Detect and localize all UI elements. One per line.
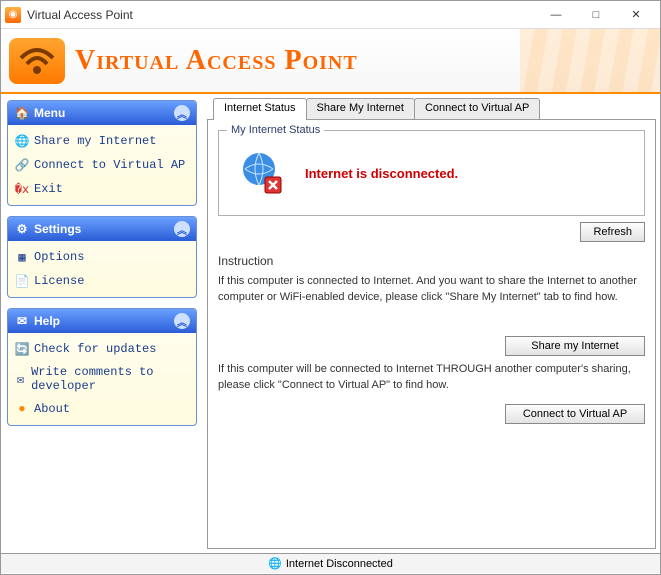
wifi-icon [17, 46, 57, 76]
tab-content: My Internet Status Internet is disconnec… [207, 119, 656, 549]
menu-item-label: Exit [34, 182, 63, 196]
close-button[interactable]: ✕ [616, 2, 656, 28]
globe-small-icon: 🌐 [268, 557, 282, 570]
window-title: Virtual Access Point [27, 8, 536, 22]
instruction-text-2: If this computer will be connected to In… [218, 362, 645, 394]
sidebar: 🏠 Menu ︽ 🌐 Share my Internet 🔗 Connect t… [1, 94, 203, 553]
globe-icon: 🌐 [14, 133, 30, 149]
instruction-text-1: If this computer is connected to Interne… [218, 274, 645, 306]
app-logo [9, 38, 65, 84]
menu-item-label: Check for updates [34, 342, 156, 356]
tab-internet-status[interactable]: Internet Status [213, 98, 307, 120]
exit-icon: �ⅹ [14, 181, 30, 197]
globe-disconnected-icon [237, 149, 285, 197]
statusbar-text: Internet Disconnected [286, 558, 393, 570]
menu-item-label: About [34, 402, 70, 416]
menu-panel-title: Menu [34, 106, 65, 120]
brand-decoration [520, 29, 660, 92]
help-panel-title: Help [34, 314, 60, 328]
refresh-button[interactable]: Refresh [580, 222, 645, 242]
menu-item-label: Share my Internet [34, 134, 156, 148]
sidebar-item-about[interactable]: ● About [14, 401, 190, 417]
sidebar-item-comments[interactable]: ✉ Write comments to developer [14, 365, 190, 393]
about-icon: ● [14, 401, 30, 417]
button-label: Refresh [593, 226, 632, 238]
sidebar-item-license[interactable]: 📄 License [14, 273, 190, 289]
tab-bar: Internet Status Share My Internet Connec… [207, 98, 656, 120]
menu-panel-header[interactable]: 🏠 Menu ︽ [8, 101, 196, 125]
home-icon: 🏠 [14, 105, 30, 121]
menu-item-label: License [34, 274, 84, 288]
maximize-button[interactable]: □ [576, 2, 616, 28]
main-area: 🏠 Menu ︽ 🌐 Share my Internet 🔗 Connect t… [1, 94, 660, 553]
help-panel: ✉ Help ︽ 🔄 Check for updates ✉ Write com… [7, 308, 197, 426]
titlebar: ◉ Virtual Access Point — □ ✕ [1, 1, 660, 29]
button-label: Share my Internet [531, 340, 618, 352]
tab-connect-ap[interactable]: Connect to Virtual AP [414, 98, 540, 120]
share-internet-button[interactable]: Share my Internet [505, 336, 645, 356]
internet-status-group: My Internet Status Internet is disconnec… [218, 130, 645, 216]
mail-icon: ✉ [14, 313, 30, 329]
chevron-up-icon[interactable]: ︽ [174, 221, 190, 237]
sidebar-item-share-internet[interactable]: 🌐 Share my Internet [14, 133, 190, 149]
connect-ap-button[interactable]: Connect to Virtual AP [505, 404, 645, 424]
status-message: Internet is disconnected. [305, 166, 458, 181]
menu-item-label: Connect to Virtual AP [34, 158, 185, 172]
menu-item-label: Options [34, 250, 84, 264]
menu-item-label: Write comments to developer [31, 365, 190, 393]
chevron-up-icon[interactable]: ︽ [174, 313, 190, 329]
write-icon: ✉ [14, 371, 27, 387]
help-panel-header[interactable]: ✉ Help ︽ [8, 309, 196, 333]
settings-panel-header[interactable]: ⚙ Settings ︽ [8, 217, 196, 241]
globe-connect-icon: 🔗 [14, 157, 30, 173]
settings-panel: ⚙ Settings ︽ ▦ Options 📄 License [7, 216, 197, 298]
menu-panel: 🏠 Menu ︽ 🌐 Share my Internet 🔗 Connect t… [7, 100, 197, 206]
content-area: Internet Status Share My Internet Connec… [203, 94, 660, 553]
status-bar: 🌐 Internet Disconnected [1, 553, 660, 573]
tab-label: Share My Internet [317, 102, 404, 114]
license-icon: 📄 [14, 273, 30, 289]
sidebar-item-options[interactable]: ▦ Options [14, 249, 190, 265]
gear-icon: ⚙ [14, 221, 30, 237]
settings-panel-title: Settings [34, 222, 81, 236]
app-icon: ◉ [5, 7, 21, 23]
button-label: Connect to Virtual AP [523, 408, 627, 420]
tab-label: Connect to Virtual AP [425, 102, 529, 114]
sidebar-item-exit[interactable]: �ⅹ Exit [14, 181, 190, 197]
group-legend: My Internet Status [227, 124, 324, 136]
chevron-up-icon[interactable]: ︽ [174, 105, 190, 121]
tab-label: Internet Status [224, 102, 296, 114]
sidebar-item-connect-ap[interactable]: 🔗 Connect to Virtual AP [14, 157, 190, 173]
sidebar-item-updates[interactable]: 🔄 Check for updates [14, 341, 190, 357]
instruction-heading: Instruction [218, 254, 645, 268]
update-icon: 🔄 [14, 341, 30, 357]
brand-title: Virtual Access Point [75, 45, 358, 77]
minimize-button[interactable]: — [536, 2, 576, 28]
options-icon: ▦ [14, 249, 30, 265]
tab-share-internet[interactable]: Share My Internet [306, 98, 415, 120]
brand-header: Virtual Access Point [1, 29, 660, 94]
